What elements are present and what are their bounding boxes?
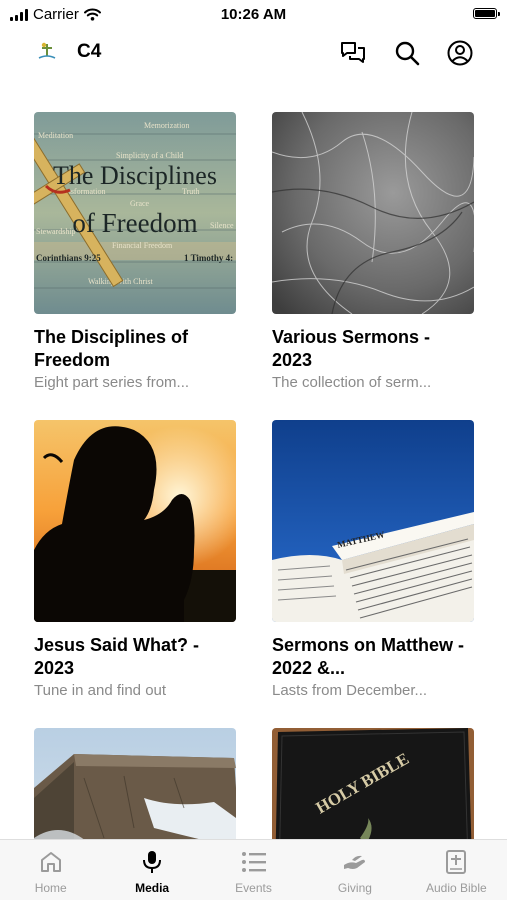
search-icon — [395, 41, 420, 66]
art-word: Simplicity of a Child — [116, 151, 183, 160]
art-title-line2: of Freedom — [72, 208, 197, 238]
app-title: C4 — [77, 41, 102, 62]
card-subtitle: Lasts from December... — [272, 682, 428, 699]
media-card-disciplines[interactable]: Memorization Meditation Simplicity of a … — [34, 112, 236, 391]
card-subtitle: Tune in and find out — [34, 682, 167, 699]
art-word: Grace — [130, 199, 150, 208]
card-title: Sermons on Matthew - 2022 &... — [272, 635, 465, 678]
marble-artwork — [272, 112, 474, 314]
tab-label: Giving — [337, 881, 372, 895]
art-word: Silence — [210, 221, 234, 230]
chat-button[interactable] — [339, 39, 367, 67]
card-title: Various Sermons - 2023 — [272, 327, 431, 370]
tab-label: Audio Bible — [425, 881, 487, 895]
tab-audio-bible[interactable]: Audio Bible — [406, 840, 507, 900]
art-ref-left: Corinthians 9:25 — [36, 253, 101, 263]
list-icon — [241, 852, 266, 872]
card-title: Jesus Said What? - 2023 — [34, 635, 200, 678]
card-thumbnail — [34, 728, 236, 840]
media-card-landscape[interactable] — [34, 728, 236, 840]
card-subtitle: Eight part series from... — [34, 374, 190, 391]
card-thumbnail: HOLY BIBLE — [272, 728, 474, 840]
app-logo-icon — [36, 40, 58, 62]
tab-home[interactable]: Home — [0, 840, 101, 900]
battery-icon — [473, 8, 500, 19]
tab-events[interactable]: Events — [203, 840, 304, 900]
card-thumbnail: MATTHEW — [272, 420, 474, 622]
search-button[interactable] — [393, 39, 421, 67]
disciplines-artwork: Memorization Meditation Simplicity of a … — [34, 112, 236, 314]
card-title: The Disciplines of Freedom — [34, 327, 189, 370]
card-thumbnail — [272, 112, 474, 314]
art-word: Meditation — [38, 131, 73, 140]
chat-icon — [341, 42, 365, 63]
status-time: 10:26 AM — [220, 6, 287, 23]
account-icon — [447, 40, 473, 66]
card-thumbnail: Memorization Meditation Simplicity of a … — [34, 112, 236, 314]
status-bar: Carrier 10:26 AM — [0, 0, 507, 30]
microphone-icon — [143, 851, 162, 873]
tab-giving[interactable]: Giving — [304, 840, 405, 900]
app-header: C4 — [0, 30, 507, 74]
open-bible-artwork: MATTHEW — [272, 420, 474, 622]
media-card-sermons-matthew[interactable]: MATTHEW Sermons on Matthew - 2022 &... L… — [272, 420, 474, 699]
card-subtitle: The collection of serm... — [272, 374, 432, 391]
art-word: Financial Freedom — [112, 241, 173, 250]
holy-bible-artwork: HOLY BIBLE — [272, 728, 474, 840]
art-word: Stewardship — [36, 227, 76, 236]
home-icon — [40, 852, 61, 872]
tab-bar: Home Media Events Giving Audio Bible — [0, 839, 507, 900]
media-card-holy-bible[interactable]: HOLY BIBLE — [272, 728, 474, 840]
tab-label: Home — [34, 881, 67, 895]
media-card-jesus-said-what[interactable]: Jesus Said What? - 2023 Tune in and find… — [34, 420, 236, 699]
profile-button[interactable] — [446, 39, 474, 67]
tab-label: Events — [235, 881, 272, 895]
art-word: Memorization — [144, 121, 189, 130]
mountain-artwork — [34, 728, 236, 840]
giving-hand-icon — [343, 855, 365, 869]
media-grid: Memorization Meditation Simplicity of a … — [0, 112, 507, 840]
book-plus-icon — [446, 850, 467, 874]
media-card-various-sermons[interactable]: Various Sermons - 2023 The collection of… — [272, 112, 474, 391]
prayer-silhouette-artwork — [34, 420, 236, 622]
tab-label: Media — [135, 881, 170, 895]
art-ref-right: 1 Timothy 4: — [184, 253, 233, 263]
tab-media[interactable]: Media — [101, 840, 202, 900]
card-thumbnail — [34, 420, 236, 622]
art-title-line1: The Disciplines — [53, 161, 217, 190]
